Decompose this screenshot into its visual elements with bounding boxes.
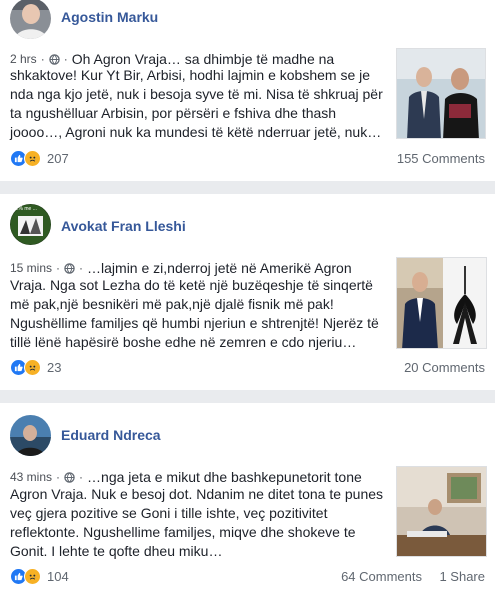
globe-icon [64,262,75,274]
comments-count[interactable]: 20 Comments [404,360,485,375]
reaction-count: 104 [47,569,69,584]
sad-reaction-icon [24,150,41,167]
post-meta: 15 mins · · …lajmin e zi,nderroj jetë në… [10,260,352,276]
post-time[interactable]: 43 mins [10,470,52,484]
reaction-count: 23 [47,360,62,375]
post-card: Eduard Ndreca 43 mins · · …nga jeta e mi… [0,403,495,598]
reaction-count: 207 [47,151,69,166]
post-time[interactable]: 2 hrs [10,52,37,66]
post-card: 42% me ... Avokat Fran Lleshi 15 mins · … [0,194,495,390]
comments-count[interactable]: 64 Comments [341,569,422,584]
author-name[interactable]: Eduard Ndreca [61,427,161,443]
avatar[interactable] [10,415,51,456]
sad-reaction-icon [24,359,41,376]
avatar[interactable]: 42% me ... [10,204,51,245]
post-text: Vraja. Nga sot Lezha do të ketë një buzë… [10,277,379,350]
post-meta: 43 mins · · …nga jeta e mikut dhe bashke… [10,469,362,485]
post-image[interactable] [396,466,487,557]
sad-reaction-icon [24,568,41,585]
reaction-summary[interactable]: 104 [10,568,69,585]
post-meta: 2 hrs · · Oh Agron Vraja… sa dhimbje të … [10,51,335,67]
comments-count[interactable]: 155 Comments [397,151,485,166]
globe-icon [48,53,60,65]
post-text-first-line: Oh Agron Vraja… sa dhimbje të madhe na [71,51,335,67]
author-name[interactable]: Avokat Fran Lleshi [61,218,186,234]
shares-count[interactable]: 1 Share [439,569,485,584]
avatar-badge-text: 42% me ... [13,206,37,212]
post-text: shkaktove! Kur Yt Bir, Arbisi, hodhi laj… [10,67,383,140]
avatar[interactable] [10,0,51,39]
post-text: Agron Vraja. Nuk e besoj dot. Ndanim ne … [10,486,384,559]
reaction-summary[interactable]: 23 [10,359,61,376]
post-image[interactable] [396,48,486,139]
post-image[interactable] [396,257,487,349]
globe-icon [64,471,75,483]
post-text-first-line: …nga jeta e mikut dhe bashkepunetorit to… [87,469,362,485]
post-time[interactable]: 15 mins [10,261,52,275]
reaction-summary[interactable]: 207 [10,150,69,167]
post-text-first-line: …lajmin e zi,nderroj jetë në Amerikë Agr… [87,260,352,276]
author-name[interactable]: Agostin Marku [61,9,158,25]
post-card: Agostin Marku 2 hrs · · Oh Agron Vraja… … [0,0,495,181]
